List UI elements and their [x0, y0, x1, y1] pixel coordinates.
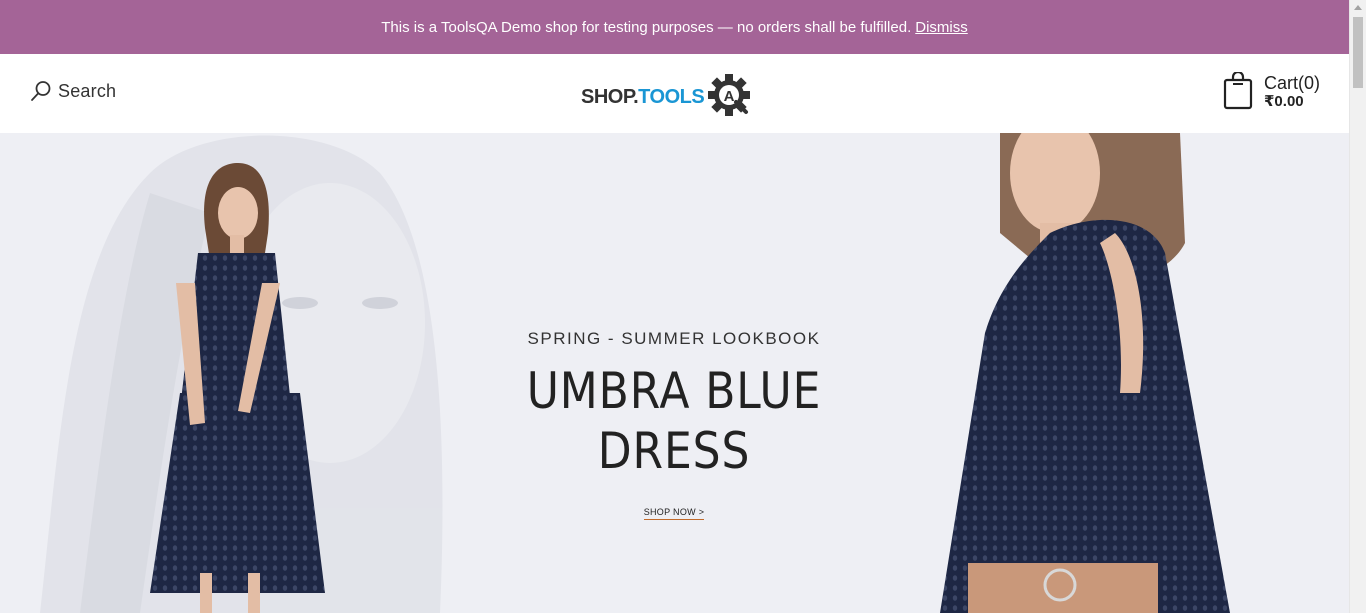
site-logo[interactable]: SHOP. TOOLS A	[581, 72, 752, 123]
site-header: Search SHOP. TOOLS A Cart(0) ₹0.00	[0, 54, 1349, 133]
shopping-bag-icon	[1222, 70, 1254, 115]
shop-now-link[interactable]: SHOP NOW >	[643, 507, 705, 520]
scrollbar-thumb[interactable]	[1353, 17, 1363, 88]
cart-total: ₹0.00	[1264, 93, 1304, 110]
hero-title-line2: DRESS	[597, 422, 751, 480]
hero-banner: SPRING - SUMMER LOOKBOOK UMBRA BLUE DRES…	[0, 133, 1349, 613]
logo-text-tools: TOOLS	[638, 86, 705, 108]
search-toggle[interactable]: Search	[30, 80, 116, 102]
hero-subtitle: SPRING - SUMMER LOOKBOOK	[527, 329, 821, 348]
demo-store-notice: This is a ToolsQA Demo shop for testing …	[0, 0, 1349, 54]
cart-button[interactable]: Cart(0) ₹0.00	[1222, 70, 1321, 115]
hero-title: UMBRA BLUE DRESS	[498, 361, 850, 481]
notice-message: This is a ToolsQA Demo shop for testing …	[381, 18, 912, 36]
hero-text: SPRING - SUMMER LOOKBOOK UMBRA BLUE DRES…	[474, 329, 874, 520]
logo-badge-letter: A	[724, 88, 735, 105]
hero-title-line1: UMBRA BLUE	[526, 362, 822, 420]
vertical-scrollbar[interactable]	[1349, 0, 1366, 613]
gear-icon: A	[706, 72, 752, 123]
search-icon	[30, 80, 52, 102]
search-label: Search	[58, 80, 117, 101]
logo-text-shop: SHOP.	[581, 86, 639, 108]
scroll-up-arrow-icon[interactable]	[1354, 5, 1362, 10]
right-model	[940, 133, 1230, 613]
page: This is a ToolsQA Demo shop for testing …	[0, 0, 1366, 613]
cart-count: Cart(0)	[1264, 73, 1321, 93]
dismiss-link[interactable]: Dismiss	[915, 19, 968, 36]
